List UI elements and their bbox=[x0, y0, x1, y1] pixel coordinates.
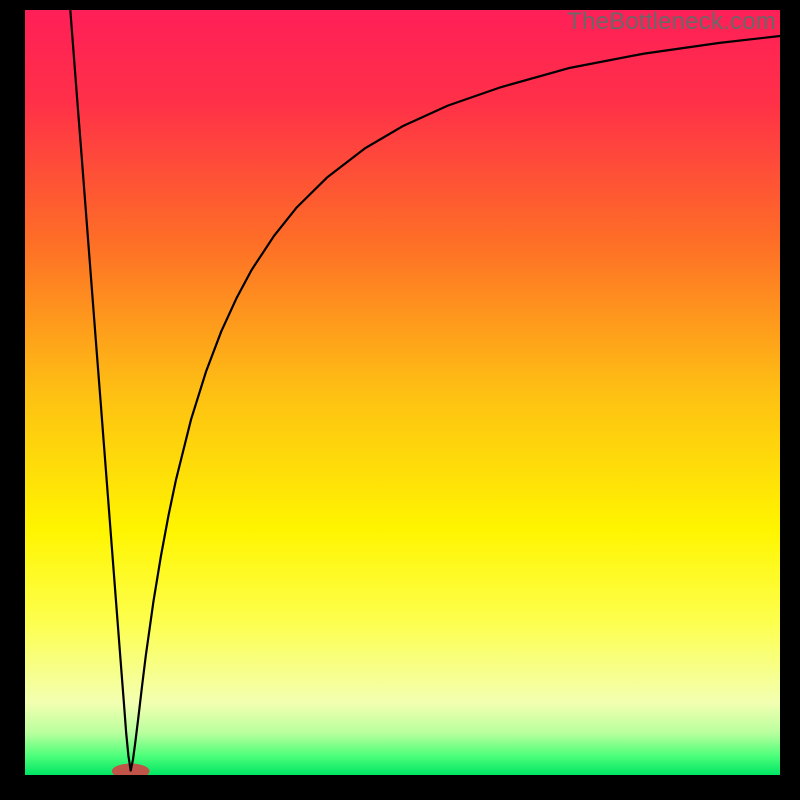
gradient-background bbox=[25, 10, 780, 775]
chart-frame: TheBottleneck.com bbox=[0, 0, 800, 800]
plot-area bbox=[25, 10, 780, 775]
chart-svg bbox=[25, 10, 780, 775]
